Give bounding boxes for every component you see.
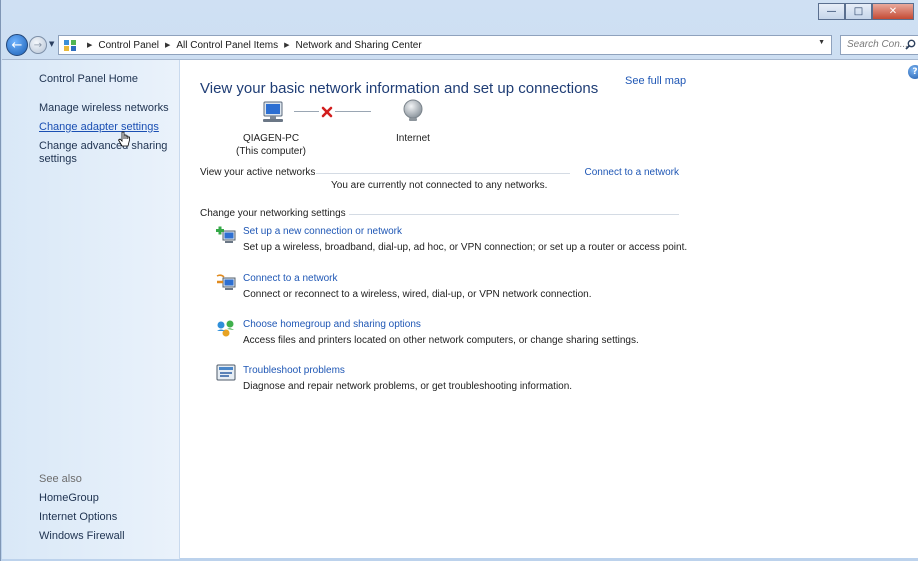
task-troubleshoot-link[interactable]: Troubleshoot problems: [243, 365, 345, 376]
map-connector-line: [294, 111, 319, 112]
back-arrow-icon: ←: [11, 37, 23, 53]
main-panel: ? View your basic network information an…: [181, 60, 918, 559]
forward-button[interactable]: →: [29, 36, 47, 54]
help-button[interactable]: ?: [908, 65, 918, 79]
disconnected-x-icon: [321, 106, 333, 118]
window-frame: — □ ✕ ← → ▼ ▶ Control Panel ▶ All Contro…: [0, 0, 918, 561]
page-title: View your basic network information and …: [200, 80, 599, 97]
internet-label[interactable]: Internet: [382, 133, 444, 144]
sidebar: Control Panel Home Manage wireless netwo…: [2, 60, 180, 559]
forward-arrow-icon: →: [33, 39, 43, 51]
change-settings-heading: Change your networking settings: [200, 208, 346, 219]
control-panel-icon: [64, 39, 76, 51]
minimize-icon: —: [826, 5, 837, 17]
breadcrumb-network-sharing[interactable]: Network and Sharing Center: [295, 40, 421, 51]
task-homegroup-desc: Access files and printers located on oth…: [243, 335, 639, 346]
connect-to-network-link[interactable]: Connect to a network: [573, 167, 680, 178]
see-also-heading: See also: [39, 473, 82, 485]
maximize-icon: □: [853, 5, 864, 17]
help-icon: ?: [912, 67, 918, 77]
close-icon: ✕: [888, 5, 898, 17]
address-history-dropdown-icon[interactable]: ▼: [818, 39, 825, 46]
sidebar-item-homegroup[interactable]: HomeGroup: [39, 492, 99, 505]
connect-network-icon: [216, 274, 236, 290]
active-networks-heading: View your active networks: [200, 167, 316, 178]
task-setup-connection-link[interactable]: Set up a new connection or network: [243, 226, 402, 237]
content-area: Control Panel Home Manage wireless netwo…: [2, 59, 918, 559]
search-placeholder: Search Con...: [847, 39, 909, 50]
section-divider: [316, 173, 570, 174]
sidebar-item-manage-wireless[interactable]: Manage wireless networks: [39, 102, 169, 115]
address-bar[interactable]: ▶ Control Panel ▶ All Control Panel Item…: [58, 35, 832, 55]
sidebar-item-windows-firewall[interactable]: Windows Firewall: [39, 530, 125, 543]
search-icon[interactable]: [905, 39, 916, 50]
new-connection-icon: [216, 226, 236, 243]
section-divider: [349, 214, 679, 215]
sidebar-item-change-advanced-sharing[interactable]: Change advanced sharing: [39, 140, 167, 153]
sidebar-item-control-panel-home[interactable]: Control Panel Home: [39, 73, 138, 86]
not-connected-status: You are currently not connected to any n…: [331, 180, 548, 191]
breadcrumb-separator-icon[interactable]: ▶: [284, 41, 289, 49]
troubleshoot-icon: [216, 364, 236, 381]
sidebar-item-internet-options[interactable]: Internet Options: [39, 511, 117, 524]
maximize-button[interactable]: □: [845, 3, 872, 20]
task-connect-network-link[interactable]: Connect to a network: [243, 273, 338, 284]
minimize-button[interactable]: —: [818, 3, 845, 20]
sidebar-item-change-adapter[interactable]: Change adapter settings: [39, 121, 159, 134]
computer-icon[interactable]: [260, 100, 286, 124]
homegroup-icon: [217, 320, 234, 337]
map-connector-line: [335, 111, 371, 112]
breadcrumb-all-items[interactable]: All Control Panel Items: [176, 40, 278, 51]
back-button[interactable]: ←: [6, 34, 28, 56]
recent-pages-dropdown-icon[interactable]: ▼: [49, 40, 54, 48]
breadcrumb-separator-icon[interactable]: ▶: [165, 41, 170, 49]
breadcrumb-separator-icon[interactable]: ▶: [87, 41, 92, 49]
navigation-bar: ← → ▼ ▶ Control Panel ▶ All Control Pane…: [1, 31, 918, 58]
caption-buttons: — □ ✕: [818, 3, 914, 20]
task-troubleshoot-desc: Diagnose and repair network problems, or…: [243, 381, 573, 392]
computer-subtitle: (This computer): [235, 146, 306, 157]
see-full-map-link[interactable]: See full map: [625, 75, 686, 87]
internet-globe-icon[interactable]: [400, 98, 426, 124]
computer-name[interactable]: QIAGEN-PC: [231, 133, 311, 144]
close-button[interactable]: ✕: [872, 3, 914, 20]
breadcrumb-control-panel[interactable]: Control Panel: [98, 40, 159, 51]
task-connect-network-desc: Connect or reconnect to a wireless, wire…: [243, 289, 592, 300]
hand-cursor-icon: [117, 131, 130, 147]
task-homegroup-link[interactable]: Choose homegroup and sharing options: [243, 319, 421, 330]
sidebar-item-change-advanced-sharing-line2[interactable]: settings: [39, 153, 77, 166]
task-setup-connection-desc: Set up a wireless, broadband, dial-up, a…: [243, 242, 688, 253]
search-input[interactable]: Search Con...: [840, 35, 918, 55]
